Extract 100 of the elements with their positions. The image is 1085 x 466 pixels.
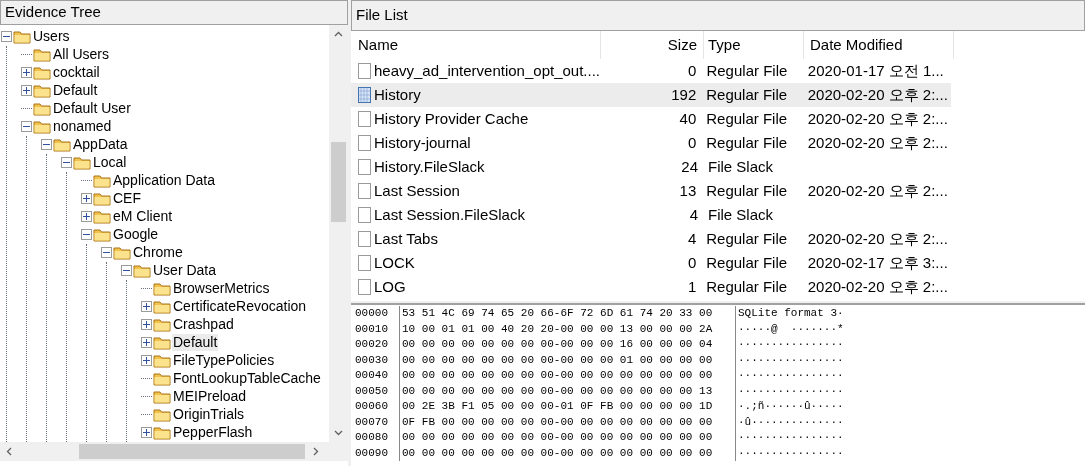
date-modified: 2020-02-17 오후 3:... xyxy=(806,252,949,273)
file-row[interactable]: History 192 Regular File 2020-02-20 오후 2:... xyxy=(351,83,951,107)
folder-label[interactable]: Application Data xyxy=(112,172,216,189)
expand-toggle[interactable] xyxy=(141,427,152,438)
file-size: 40 xyxy=(678,108,698,129)
date-modified: 2020-02-20 오후 2:... xyxy=(806,180,949,201)
file-row[interactable]: Last Tabs 4 Regular File 2020-02-20 오후 2:... xyxy=(351,227,951,251)
file-size: 4 xyxy=(688,204,699,225)
folder-label[interactable]: PepperFlash xyxy=(172,424,254,441)
expand-toggle[interactable] xyxy=(141,355,152,366)
folder-icon xyxy=(153,299,171,314)
file-row[interactable]: LOCK 0 Regular File 2020-02-17 오후 3:... xyxy=(351,251,951,275)
folder-icon xyxy=(13,29,31,44)
file-name: History-journal xyxy=(374,132,471,153)
file-size: 0 xyxy=(686,252,698,273)
file-type: File Slack xyxy=(707,156,775,177)
folder-label[interactable]: Users xyxy=(32,28,71,45)
column-header[interactable]: Name xyxy=(351,31,601,59)
column-header[interactable]: Date Modified xyxy=(804,31,954,59)
file-row[interactable]: History Provider Cache 40 Regular File 2020-02-20 오후 2:... xyxy=(351,107,951,131)
folder-icon xyxy=(153,425,171,440)
collapse-toggle[interactable] xyxy=(1,31,12,42)
panel-title: Evidence Tree xyxy=(0,0,348,25)
hex-bytes: 00 00 00 00 00 00 00 00-00 00 00 01 00 00 00 00 xyxy=(400,352,736,368)
file-name: Last Session.FileSlack xyxy=(374,204,525,225)
folder-label[interactable]: BrowserMetrics xyxy=(172,280,271,297)
collapse-toggle[interactable] xyxy=(121,265,132,276)
hex-offset: 00030 xyxy=(354,352,400,368)
folder-label[interactable]: nonamed xyxy=(52,118,113,135)
file-row[interactable]: History.FileSlack 24 File Slack xyxy=(351,155,951,179)
folder-icon xyxy=(73,155,91,170)
folder-label[interactable]: FileTypePolicies xyxy=(172,352,276,369)
collapse-toggle[interactable] xyxy=(101,247,112,258)
folder-label[interactable]: eM Client xyxy=(112,208,174,225)
ascii-text: SQLite format 3· xyxy=(737,306,844,321)
expand-toggle[interactable] xyxy=(141,337,152,348)
file-size: 0 xyxy=(686,132,698,153)
file-type: Regular File xyxy=(705,108,789,129)
file-size: 13 xyxy=(678,180,698,201)
collapse-toggle[interactable] xyxy=(41,139,52,150)
folder-label[interactable]: AppData xyxy=(72,136,129,153)
hex-bytes: 00 00 00 00 00 00 00 00-00 00 00 00 00 00 00 00 xyxy=(400,430,736,446)
folder-icon xyxy=(153,335,171,350)
folder-label[interactable]: cocktail xyxy=(52,64,101,81)
ascii-text: ················ xyxy=(737,337,844,352)
file-type: Regular File xyxy=(705,228,789,249)
vertical-scrollbar[interactable] xyxy=(329,24,348,442)
file-row[interactable]: heavy_ad_intervention_opt_out.... 0 Regular File 2020-01-17 오전 1... xyxy=(351,59,951,83)
ascii-text: ················ xyxy=(737,430,844,445)
scrollbar-thumb[interactable] xyxy=(79,443,305,459)
file-name: History.FileSlack xyxy=(374,156,485,177)
file-row[interactable]: Last Session.FileSlack 4 File Slack xyxy=(351,203,951,227)
file-name: LOCK xyxy=(374,252,415,273)
folder-label[interactable]: CEF xyxy=(112,190,142,207)
folder-label[interactable]: MEIPreload xyxy=(172,388,248,405)
folder-label[interactable]: Default User xyxy=(52,100,132,117)
expand-toggle[interactable] xyxy=(21,85,32,96)
date-modified: 2020-02-20 오후 2:... xyxy=(806,132,949,153)
folder-icon xyxy=(93,227,111,242)
hex-offset: 00070 xyxy=(354,414,400,430)
file-row[interactable]: Last Session 13 Regular File 2020-02-20 오후 2:... xyxy=(351,179,951,203)
folder-label[interactable]: User Data xyxy=(152,262,218,279)
folder-label[interactable]: Default xyxy=(52,82,99,99)
collapse-toggle[interactable] xyxy=(21,121,32,132)
file-type: Regular File xyxy=(705,132,789,153)
folder-label[interactable]: Crashpad xyxy=(172,316,235,333)
file-name: LOG xyxy=(374,276,406,297)
folder-label[interactable]: OriginTrials xyxy=(172,406,246,423)
file-row[interactable]: History-journal 0 Regular File 2020-02-20 오후 2:... xyxy=(351,131,951,155)
folder-label[interactable]: Google xyxy=(112,226,160,243)
hex-bytes: 00 2E 3B F1 05 00 00 00-01 0F FB 00 00 00 00 1D xyxy=(400,399,736,415)
folder-label[interactable]: Default xyxy=(172,334,219,351)
folder-icon xyxy=(153,407,171,422)
collapse-toggle[interactable] xyxy=(81,229,92,240)
column-header[interactable]: Size xyxy=(601,31,704,59)
collapse-toggle[interactable] xyxy=(61,157,72,168)
expand-toggle[interactable] xyxy=(81,193,92,204)
expand-toggle[interactable] xyxy=(81,211,92,222)
file-size: 4 xyxy=(686,228,698,249)
hex-offset: 00010 xyxy=(354,321,400,337)
column-header[interactable]: Type xyxy=(704,31,804,59)
folder-icon xyxy=(153,281,171,296)
file-size: 1 xyxy=(686,276,698,297)
folder-label[interactable]: CertificateRevocation xyxy=(172,298,308,315)
folder-icon xyxy=(133,263,151,278)
hex-bytes: 00 00 00 00 00 00 00 00-00 00 00 16 00 00 00 04 xyxy=(400,337,736,353)
folder-icon xyxy=(153,353,171,368)
expand-toggle[interactable] xyxy=(141,301,152,312)
horizontal-scrollbar[interactable] xyxy=(0,441,348,461)
folder-label[interactable]: Chrome xyxy=(132,244,184,261)
hex-offset: 00000 xyxy=(354,306,400,322)
file-row[interactable]: LOG 1 Regular File 2020-02-20 오후 2:... xyxy=(351,275,951,299)
folder-label[interactable]: Local xyxy=(92,154,128,171)
expand-toggle[interactable] xyxy=(141,319,152,330)
scrollbar-thumb[interactable] xyxy=(331,141,346,222)
folder-icon xyxy=(93,191,111,206)
file-name: Last Tabs xyxy=(374,228,438,249)
expand-toggle[interactable] xyxy=(21,67,32,78)
folder-label[interactable]: All Users xyxy=(52,46,110,63)
folder-label[interactable]: FontLookupTableCache xyxy=(172,370,322,387)
